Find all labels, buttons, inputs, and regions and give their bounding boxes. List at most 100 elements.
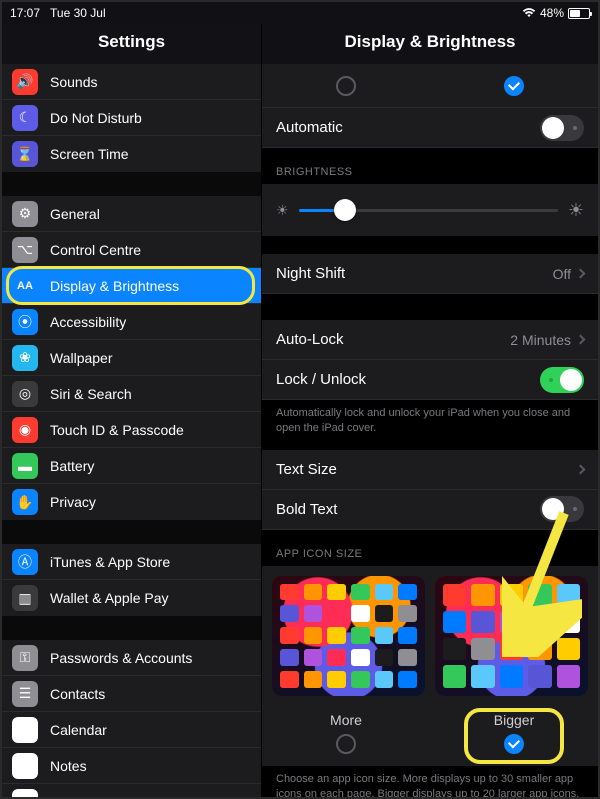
sidebar-item-general[interactable]: ⚙ General xyxy=(2,196,261,232)
brightness-header: BRIGHTNESS xyxy=(262,148,598,184)
sidebar-item-label: Control Centre xyxy=(50,242,249,258)
sidebar-item-accessibility[interactable]: ⦿ Accessibility xyxy=(2,304,261,340)
wallpaper-icon: ❀ xyxy=(12,345,38,371)
appearance-light-radio[interactable] xyxy=(336,76,356,96)
night-shift-value: Off xyxy=(553,266,571,282)
sidebar-item-label: Do Not Disturb xyxy=(50,110,249,126)
appstore-icon: Ⓐ xyxy=(12,549,38,575)
sidebar-item-privacy[interactable]: ✋Privacy xyxy=(2,484,261,520)
auto-lock-label: Auto-Lock xyxy=(276,331,510,348)
automatic-row[interactable]: Automatic xyxy=(262,108,598,148)
lock-unlock-toggle[interactable] xyxy=(540,367,584,393)
gear-icon: ⚙ xyxy=(12,201,38,227)
bold-text-toggle[interactable] xyxy=(540,496,584,522)
icon-size-bigger-option[interactable]: Bigger xyxy=(430,712,598,754)
automatic-toggle[interactable] xyxy=(540,115,584,141)
wifi-icon xyxy=(522,8,536,18)
sidebar-item-do-not-disturb[interactable]: ☾ Do Not Disturb xyxy=(2,100,261,136)
sidebar-item-label: Accessibility xyxy=(50,314,249,330)
brightness-slider[interactable] xyxy=(299,198,558,222)
notes-icon: ≣ xyxy=(12,753,38,779)
hand-icon: ✋ xyxy=(12,489,38,515)
sidebar-item-touch-id-passcode[interactable]: ◉ Touch ID & Passcode xyxy=(2,412,261,448)
status-bar: 17:07 Tue 30 Jul 48% xyxy=(2,2,598,24)
accessibility-icon: ⦿ xyxy=(12,309,38,335)
brightness-slider-row: ☀︎ ☀︎ xyxy=(262,184,598,236)
sidebar-item-passwords-accounts[interactable]: ⚿ Passwords & Accounts xyxy=(2,640,261,676)
bold-text-label: Bold Text xyxy=(276,501,540,518)
sidebar-item-battery[interactable]: ▬ Battery xyxy=(2,448,261,484)
speaker-icon: 🔊 xyxy=(12,69,38,95)
auto-lock-value: 2 Minutes xyxy=(510,332,571,348)
sidebar-item-label: Passwords & Accounts xyxy=(50,650,249,666)
key-icon: ⚿ xyxy=(12,645,38,671)
sidebar-item-label: Notes xyxy=(50,758,249,774)
detail-title: Display & Brightness xyxy=(262,24,598,64)
icon-size-preview-bigger[interactable] xyxy=(435,576,588,696)
battery-icon: ▬ xyxy=(12,453,38,479)
lock-unlock-row[interactable]: Lock / Unlock xyxy=(262,360,598,400)
sidebar-item-contacts[interactable]: ☰Contacts xyxy=(2,676,261,712)
fingerprint-icon: ◉ xyxy=(12,417,38,443)
calendar-icon: ▦ xyxy=(12,717,38,743)
icon-size-preview-more[interactable] xyxy=(272,576,425,696)
text-size-row[interactable]: Text Size xyxy=(262,450,598,490)
sidebar-item-label: Battery xyxy=(50,458,249,474)
contacts-icon: ☰ xyxy=(12,681,38,707)
text-size-label: Text Size xyxy=(276,461,577,478)
sidebar-item-label: Wallet & Apple Pay xyxy=(50,590,249,606)
reminders-icon: ☑ xyxy=(12,789,38,797)
sidebar-item-itunes-app-store[interactable]: ⒶiTunes & App Store xyxy=(2,544,261,580)
sidebar-item-calendar[interactable]: ▦ Calendar xyxy=(2,712,261,748)
sidebar-item-label: General xyxy=(50,206,249,222)
sidebar-item-control-centre[interactable]: ⌥ Control Centre xyxy=(2,232,261,268)
sidebar-item-label: Display & Brightness xyxy=(50,278,249,294)
sidebar-item-screen-time[interactable]: ⌛Screen Time xyxy=(2,136,261,172)
app-icon-size-header: APP ICON SIZE xyxy=(262,530,598,566)
battery-percent: 48% xyxy=(540,6,564,20)
sidebar-item-display-brightness[interactable]: AA Display & Brightness xyxy=(2,268,261,304)
sidebar-item-reminders[interactable]: ☑ Reminders xyxy=(2,784,261,797)
sidebar-item-label: iTunes & App Store xyxy=(50,554,249,570)
sidebar-item-label: Touch ID & Passcode xyxy=(50,422,249,438)
chevron-right-icon xyxy=(576,464,586,474)
text-size-icon: AA xyxy=(12,273,38,299)
sidebar-item-label: Calendar xyxy=(50,722,249,738)
bold-text-row[interactable]: Bold Text xyxy=(262,490,598,530)
sidebar-item-label: Reminders xyxy=(50,794,249,797)
icon-size-bigger-label: Bigger xyxy=(494,712,534,728)
auto-lock-row[interactable]: Auto-Lock 2 Minutes xyxy=(262,320,598,360)
app-icon-size-previews xyxy=(262,566,598,706)
brightness-low-icon: ☀︎ xyxy=(276,202,289,219)
switches-icon: ⌥ xyxy=(12,237,38,263)
icon-size-more-option[interactable]: More xyxy=(262,712,430,754)
appearance-dark-radio[interactable] xyxy=(504,76,524,96)
sidebar-title: Settings xyxy=(2,24,261,64)
sidebar-item-label: Wallpaper xyxy=(50,350,249,366)
sidebar-item-label: Sounds xyxy=(50,74,249,90)
night-shift-label: Night Shift xyxy=(276,265,553,282)
icon-size-bigger-radio[interactable] xyxy=(504,734,524,754)
lock-unlock-footer: Automatically lock and unlock your iPad … xyxy=(262,400,598,450)
sidebar-item-siri-search[interactable]: ◎Siri & Search xyxy=(2,376,261,412)
sidebar-item-sounds[interactable]: 🔊 Sounds xyxy=(2,64,261,100)
settings-sidebar: Settings 🔊 Sounds ☾ Do Not Disturb ⌛Screen T… xyxy=(2,24,262,797)
brightness-high-icon: ☀︎ xyxy=(568,200,584,221)
app-icon-size-footer: Choose an app icon size. More displays u… xyxy=(262,766,598,797)
status-time: 17:07 xyxy=(10,6,40,20)
status-date: Tue 30 Jul xyxy=(50,6,106,20)
lock-unlock-label: Lock / Unlock xyxy=(276,371,540,388)
battery-icon xyxy=(568,8,590,19)
wallet-icon: ▥ xyxy=(12,585,38,611)
night-shift-row[interactable]: Night Shift Off xyxy=(262,254,598,294)
chevron-right-icon xyxy=(576,335,586,345)
detail-pane: Display & Brightness Automatic BRIGHTNES… xyxy=(262,24,598,797)
sidebar-item-wallpaper[interactable]: ❀ Wallpaper xyxy=(2,340,261,376)
sidebar-item-wallet-apple-pay[interactable]: ▥ Wallet & Apple Pay xyxy=(2,580,261,616)
siri-icon: ◎ xyxy=(12,381,38,407)
moon-icon: ☾ xyxy=(12,105,38,131)
icon-size-more-radio[interactable] xyxy=(336,734,356,754)
sidebar-item-notes[interactable]: ≣ Notes xyxy=(2,748,261,784)
icon-size-more-label: More xyxy=(330,712,362,728)
sidebar-item-label: Screen Time xyxy=(50,146,249,162)
